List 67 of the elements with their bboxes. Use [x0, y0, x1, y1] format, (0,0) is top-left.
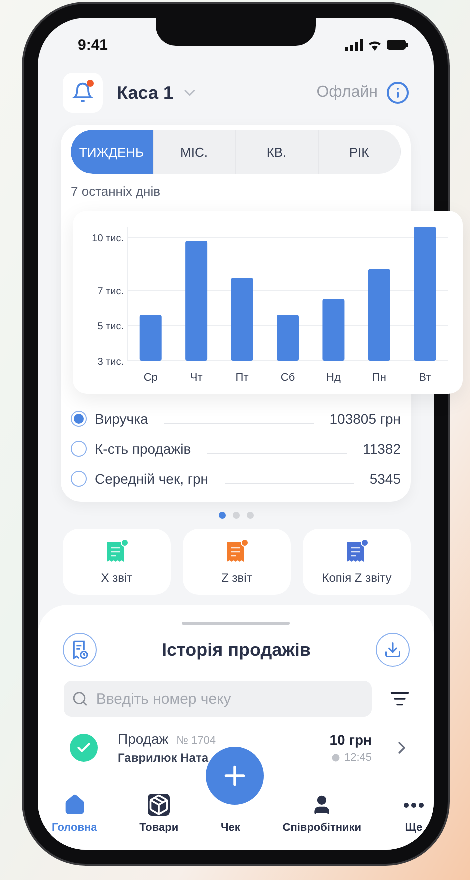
nav-tab[interactable]: Товари — [140, 794, 179, 834]
download-icon — [384, 641, 402, 659]
nav-tab[interactable]: Ще — [404, 803, 424, 834]
bell-icon — [72, 82, 94, 104]
nav-tab[interactable]: Головна — [52, 794, 98, 834]
sale-type: Продаж — [118, 731, 169, 747]
receipt-icon — [104, 539, 130, 565]
home-icon — [64, 794, 86, 816]
period-tab[interactable]: МІС. — [154, 130, 236, 174]
sheet-title: Історія продажів — [162, 640, 311, 660]
chart-bar — [277, 315, 299, 361]
search-icon — [72, 690, 88, 708]
search-input[interactable]: Введіть номер чеку — [94, 690, 364, 708]
sale-amount: 10 грн — [330, 732, 372, 748]
history-button[interactable] — [63, 633, 97, 667]
report-button[interactable]: X звіт — [63, 529, 171, 595]
sale-time: 12:45 — [331, 752, 372, 764]
box-icon — [148, 794, 170, 816]
search-field[interactable]: Введіть номер чеку — [64, 681, 372, 717]
report-button[interactable]: Копія Z звіту — [303, 529, 411, 595]
receipt-icon — [344, 539, 370, 565]
connection-status: Офлайн — [316, 84, 378, 102]
axis-tick-label: 3 тис. — [98, 357, 124, 368]
sheet-handle[interactable] — [182, 622, 290, 625]
axis-category-label: Вт — [419, 372, 432, 384]
radio-button[interactable] — [71, 471, 87, 487]
signal-icon — [345, 39, 363, 51]
axis-category-label: Сб — [280, 372, 296, 384]
battery-icon — [387, 40, 408, 50]
period-tab[interactable]: ТИЖДЕНЬ — [71, 130, 154, 174]
wifi-icon — [368, 40, 382, 50]
axis-category-label: Пн — [372, 372, 386, 384]
axis-category-label: Ср — [144, 372, 158, 384]
metric-value: 103805 грн — [330, 411, 401, 427]
more-icon — [404, 803, 424, 808]
period-tab[interactable]: РІК — [318, 130, 401, 174]
axis-tick-label: 7 тис. — [98, 286, 124, 298]
metric-label: К-сть продажів — [95, 441, 192, 457]
chart-bar — [322, 299, 345, 361]
info-icon[interactable] — [386, 81, 410, 105]
nav-tab[interactable]: Чек — [221, 822, 240, 834]
download-button[interactable] — [376, 633, 410, 667]
nav-tab[interactable]: Співробітники — [282, 794, 362, 834]
metric-value: 11382 — [363, 441, 401, 457]
metric-label: Виручка — [95, 411, 148, 427]
axis-category-label: Пт — [236, 372, 249, 384]
metric-label: Середній чек, грн — [95, 471, 208, 487]
period-caption: 7 останніх днів — [71, 184, 162, 199]
period-tab[interactable]: КВ. — [236, 130, 318, 174]
receipt-number: № 1704 — [176, 735, 216, 747]
radio-button[interactable] — [71, 411, 87, 427]
axis-category-label: Нд — [326, 372, 341, 384]
axis-tick-label: 10 тис. — [92, 234, 124, 245]
page-dot[interactable] — [246, 512, 254, 519]
chart-bar — [140, 315, 162, 361]
receipt-icon — [224, 539, 250, 565]
page-dot[interactable] — [218, 512, 226, 519]
cashier-name: Гаврилюк Ната — [118, 751, 210, 765]
page-dot[interactable] — [232, 512, 240, 519]
axis-category-label: Чт — [190, 372, 203, 384]
radio-button[interactable] — [71, 441, 87, 457]
metric-value: 5345 — [370, 471, 401, 487]
status-time: 9:41 — [78, 36, 108, 54]
notification-button[interactable] — [63, 73, 103, 113]
register-selector[interactable]: Каса 1 — [117, 82, 174, 104]
report-button[interactable]: Z звіт — [183, 529, 291, 595]
axis-tick-label: 5 тис. — [98, 322, 124, 333]
